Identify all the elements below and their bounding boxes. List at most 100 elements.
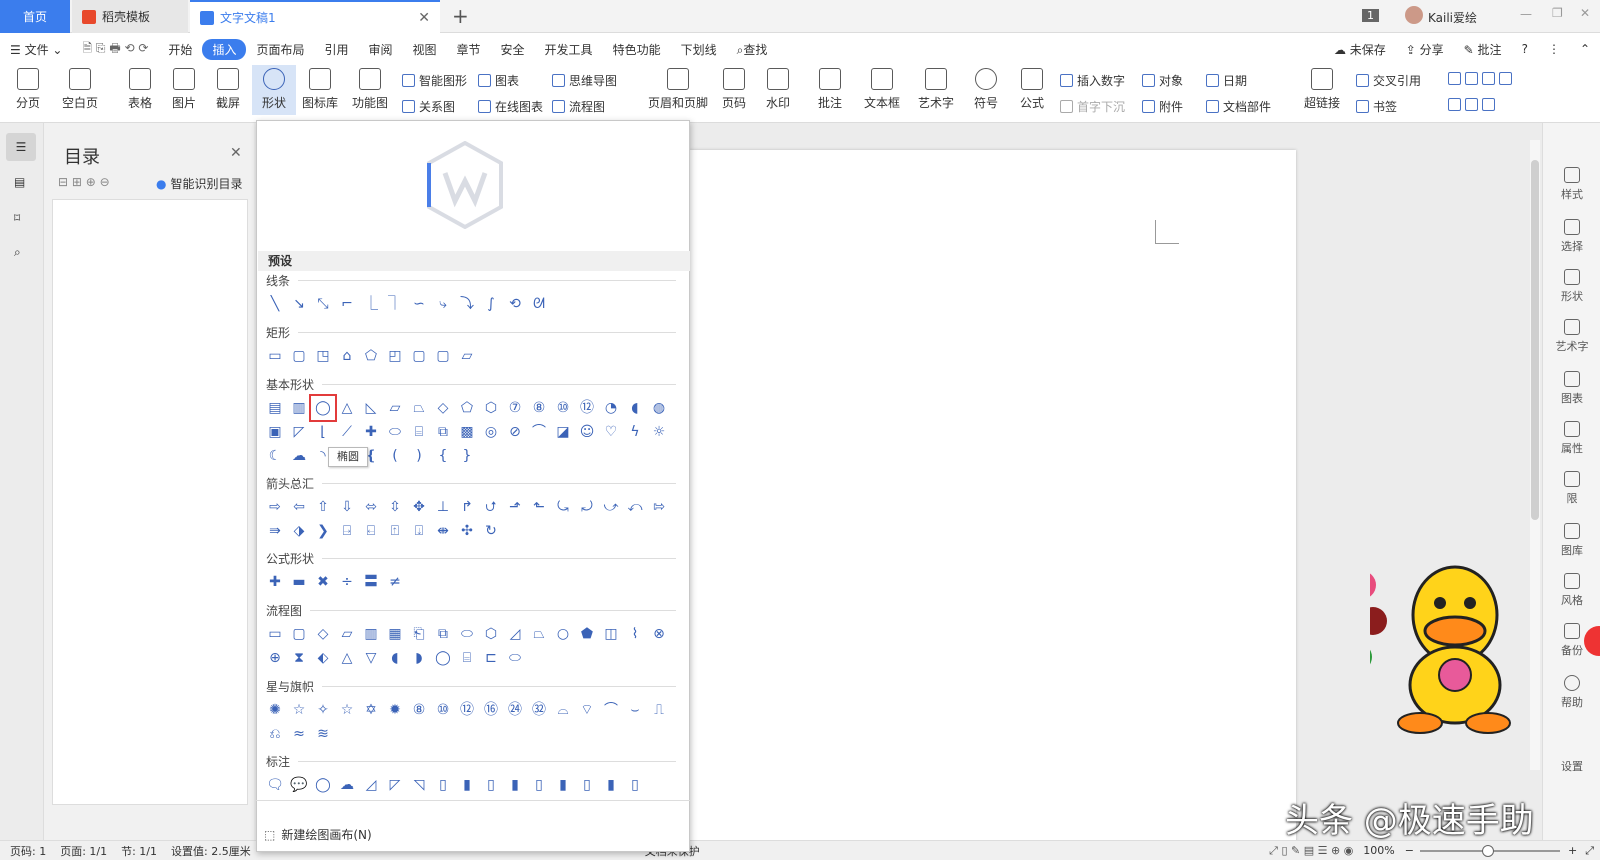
octagon-icon[interactable]: ⑧ — [530, 399, 548, 417]
rounded-rectangle-icon[interactable]: ▢ — [290, 347, 308, 365]
sun-icon[interactable]: ☼ — [650, 423, 668, 441]
flow-multidoc-icon[interactable]: ⧉ — [434, 625, 452, 643]
rounded-callout-icon[interactable]: 💬 — [290, 776, 308, 794]
right-callout-arrow-icon[interactable]: ⍈ — [338, 522, 356, 540]
ellipse-icon[interactable]: ◯ — [309, 394, 337, 422]
flow-punched-tape-icon[interactable]: ⌇ — [626, 625, 644, 643]
user-name[interactable]: Kaili爱绘 — [1428, 9, 1477, 26]
doc-parts-button[interactable]: 文档部件 — [1206, 98, 1271, 115]
snip-diagonal-rect-icon[interactable]: ⬠ — [362, 347, 380, 365]
left-callout-arrow-icon[interactable]: ⍇ — [362, 522, 380, 540]
flow-process-icon[interactable]: ▭ — [266, 625, 284, 643]
round-diagonal-rect-icon[interactable]: ▱ — [458, 347, 476, 365]
unsaved-status[interactable]: ☁ 未保存 — [1324, 41, 1396, 58]
flow-terminator-icon[interactable]: ⬭ — [458, 625, 476, 643]
flow-stored-data-icon[interactable]: ◖ — [386, 649, 404, 667]
flow-manual-op-icon[interactable]: ⏢ — [530, 625, 548, 643]
quick-access-icons[interactable]: 🗎 ⎘ 🖶 ⟲ ⟳ — [72, 39, 158, 60]
cloud-callout-icon[interactable]: ☁ — [338, 776, 356, 794]
minimize-icon[interactable]: — — [1520, 7, 1532, 21]
rs-gallery[interactable]: 图库 — [1549, 523, 1595, 558]
accent-border-callout-1-icon[interactable]: ▮ — [602, 776, 620, 794]
notched-arrow-icon[interactable]: ⇛ — [266, 522, 284, 540]
star-10-icon[interactable]: ⑩ — [434, 701, 452, 719]
menu-review[interactable]: 审阅 — [358, 41, 402, 58]
line-callout-1-icon[interactable]: ◿ — [362, 776, 380, 794]
block-arc-icon[interactable]: ⌒ — [530, 423, 548, 441]
comment-button[interactable]: ✎ 批注 — [1454, 41, 1512, 58]
flow-collate-icon[interactable]: ⧗ — [290, 649, 308, 667]
smart-graphic-button[interactable]: 智能图形 — [402, 72, 467, 89]
explosion-icon[interactable]: ✺ — [266, 701, 284, 719]
cube-icon[interactable]: ⧉ — [434, 423, 452, 441]
table-button[interactable]: 表格 — [120, 65, 160, 111]
wordart-button[interactable]: 艺术字 — [912, 65, 960, 111]
star-5b-icon[interactable]: ☆ — [338, 701, 356, 719]
wave-icon[interactable]: ≈ — [290, 725, 308, 743]
chevron-icon[interactable]: ❯ — [314, 522, 332, 540]
vertical-scrollbar[interactable] — [1530, 140, 1540, 770]
pentagon-arrow-icon[interactable]: ⬗ — [290, 522, 308, 540]
folded-corner-icon[interactable]: ◪ — [554, 423, 572, 441]
elbow-arrow-icon[interactable]: ⎿ — [362, 295, 380, 313]
menu-features[interactable]: 特色功能 — [603, 41, 671, 58]
down-arrow-icon[interactable]: ⇩ — [338, 498, 356, 516]
flow-predefined-icon[interactable]: ▥ — [362, 625, 380, 643]
triangle-icon[interactable]: △ — [338, 399, 356, 417]
share-button[interactable]: ⇪ 分享 — [1396, 41, 1454, 58]
menu-chapter[interactable]: 章节 — [447, 41, 491, 58]
line-callout-4-icon[interactable]: ▯ — [434, 776, 452, 794]
textbox-shape-icon[interactable]: ▤ — [266, 399, 284, 417]
bent-up-arrow-icon[interactable]: ⬑ — [530, 498, 548, 516]
help-icon[interactable]: ? — [1512, 42, 1538, 56]
horizontal-scroll-icon[interactable]: ⎌ — [266, 725, 284, 743]
right-brace-icon[interactable]: } — [458, 447, 476, 465]
menu-underline[interactable]: 下划线 — [671, 41, 727, 58]
line-shape-icon[interactable]: ╲ — [266, 295, 284, 313]
round-same-side-rect-icon[interactable]: ▢ — [434, 347, 452, 365]
rs-wordart[interactable]: 艺术字 — [1549, 319, 1595, 354]
right-bracket-icon[interactable]: ) — [410, 447, 428, 465]
zoom-out-icon[interactable]: − — [1405, 844, 1414, 857]
flow-internal-storage-icon[interactable]: ▦ — [386, 625, 404, 643]
star-12-icon[interactable]: ⑫ — [458, 701, 476, 719]
flow-display-icon[interactable]: ⬭ — [506, 649, 524, 667]
flow-manual-input-icon[interactable]: ◿ — [506, 625, 524, 643]
screenshot-button[interactable]: 截屏 — [208, 65, 248, 111]
left-arrow-icon[interactable]: ⇦ — [290, 498, 308, 516]
pentagon-icon[interactable]: ⬠ — [458, 399, 476, 417]
border-callout-3-icon[interactable]: ▯ — [578, 776, 596, 794]
cloud-icon[interactable]: ☁ — [290, 447, 308, 465]
rect-callout-icon[interactable]: 🗨 — [266, 776, 284, 794]
lightning-icon[interactable]: ϟ — [626, 423, 644, 441]
left-right-up-arrow-icon[interactable]: ⊥ — [434, 498, 452, 516]
line-callout-2-icon[interactable]: ◸ — [386, 776, 404, 794]
line-callout-3-icon[interactable]: ◹ — [410, 776, 428, 794]
flow-decision-icon[interactable]: ◇ — [314, 625, 332, 643]
u-turn-arrow-icon[interactable]: ⮍ — [482, 498, 500, 516]
bookmark-button[interactable]: 书签 — [1356, 98, 1397, 115]
scribble-icon[interactable]: ᘛ — [530, 295, 548, 313]
star-32-icon[interactable]: ㉜ — [530, 701, 548, 719]
menu-file[interactable]: ☰ 文件 ⌄ — [0, 41, 72, 58]
toc-nav-icon[interactable]: ☰ — [6, 133, 36, 161]
rs-select[interactable]: 选择 — [1549, 219, 1595, 254]
rectangle-icon[interactable]: ▭ — [266, 347, 284, 365]
flow-delay-icon[interactable]: ◗ — [410, 649, 428, 667]
textbox-button[interactable]: 文本框 — [858, 65, 906, 111]
elbow-double-arrow-icon[interactable]: ⏋ — [386, 295, 404, 313]
page-nav-icon[interactable]: ▤ — [14, 175, 25, 189]
new-canvas-button[interactable]: ⬚ 新建绘图画布(N) — [264, 826, 372, 843]
curved-double-arrow-icon[interactable]: ⤵ — [458, 295, 476, 313]
right-triangle-icon[interactable]: ◺ — [362, 399, 380, 417]
find-nav-icon[interactable]: ⌕ — [14, 245, 21, 260]
double-arrow-line-icon[interactable]: ⤡ — [314, 295, 332, 313]
left-brace-icon[interactable]: { — [434, 447, 452, 465]
page-number-button[interactable]: 页码 — [714, 65, 754, 111]
toc-close-icon[interactable]: ✕ — [230, 145, 242, 161]
curved-ribbon-up-icon[interactable]: ⌒ — [602, 701, 620, 719]
zoom-slider[interactable] — [1419, 844, 1560, 857]
smart-toc-button[interactable]: ● 智能识别目录 — [156, 175, 243, 192]
moon-icon[interactable]: ☾ — [266, 447, 284, 465]
border-callout-1-icon[interactable]: ▯ — [530, 776, 548, 794]
